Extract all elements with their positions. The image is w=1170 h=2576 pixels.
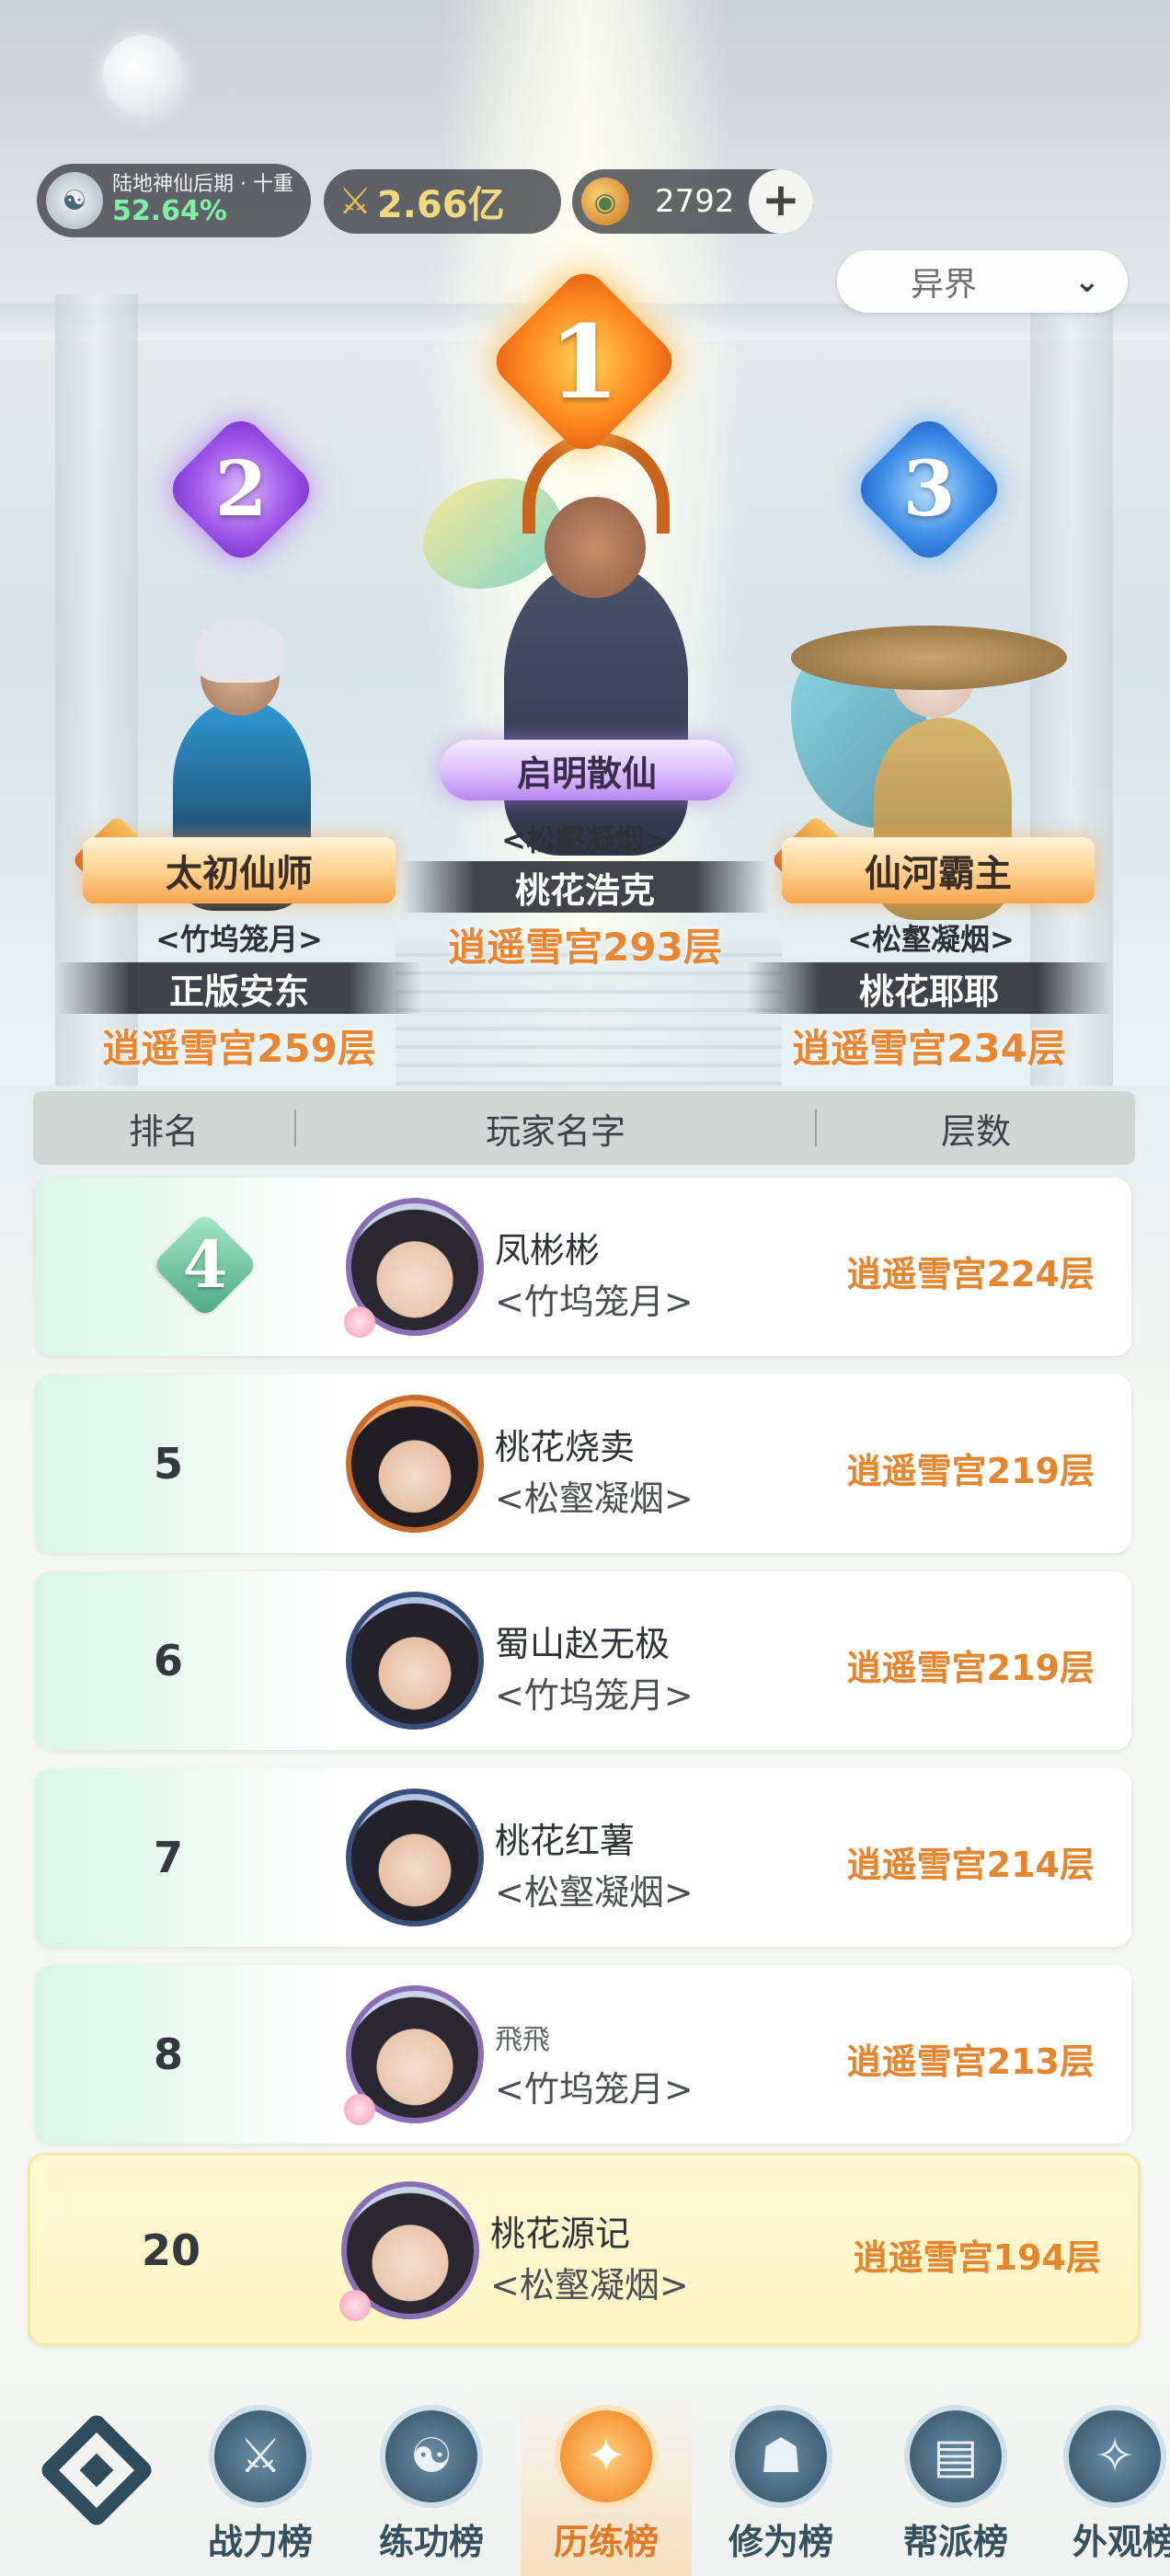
tab-power-rank[interactable]: ⚔ 战力榜 xyxy=(175,2392,346,2576)
player-floor: 逍遥雪宫219层 xyxy=(846,1648,1095,1688)
tab-cultivation-rank[interactable]: ☗ 修为榜 xyxy=(695,2392,866,2576)
avatar[interactable] xyxy=(346,1395,484,1533)
star-compass-icon: ✦ xyxy=(555,2405,658,2508)
rank-number: 7 xyxy=(153,1833,183,1882)
rank1-title-banner: 启明散仙 xyxy=(440,740,734,800)
rank-number: 6 xyxy=(153,1636,183,1685)
player-name: 桃花源记 xyxy=(490,2214,631,2254)
realm-name: 陆地神仙后期 · 十重 xyxy=(112,173,293,197)
self-rank-row[interactable]: 20 桃花源记 <松壑凝烟> 逍遥雪宫194层 xyxy=(28,2153,1141,2346)
player-floor: 逍遥雪宫213层 xyxy=(846,2041,1095,2082)
player-guild: <松壑凝烟> xyxy=(495,1872,694,1913)
avatar[interactable] xyxy=(346,1592,484,1730)
flower-icon xyxy=(339,2290,371,2321)
currency-status[interactable]: ◉ 2792 + xyxy=(572,169,813,234)
player-guild: <竹坞笼月> xyxy=(495,1282,694,1322)
home-icon[interactable] xyxy=(37,2410,156,2530)
player-guild: <竹坞笼月> xyxy=(495,1675,694,1716)
player-name: 桃花红薯 xyxy=(495,1821,636,1861)
realm-status[interactable]: ☯ 陆地神仙后期 · 十重 52.64% xyxy=(37,164,311,237)
table-row[interactable]: 4 凤彬彬 <竹坞笼月> 逍遥雪宫224层 xyxy=(35,1178,1131,1356)
yinyang-icon: ☯ xyxy=(380,2405,483,2508)
rank2-badge: 2 xyxy=(163,411,319,568)
table-row[interactable]: 7 桃花红薯 <松壑凝烟> 逍遥雪宫214层 xyxy=(35,1768,1131,1947)
table-row[interactable]: 6 蜀山赵无极 <竹坞笼月> 逍遥雪宫219层 xyxy=(35,1571,1131,1750)
tab-appearance-rank[interactable]: ✧ 外观榜 xyxy=(1045,2392,1170,2576)
power-status[interactable]: ⚔ 2.66亿 xyxy=(324,169,561,234)
costume-icon: ✧ xyxy=(1063,2405,1166,2508)
flower-icon xyxy=(344,1306,375,1338)
rank2-guild: <竹坞笼月> xyxy=(155,922,323,957)
player-name: 凤彬彬 xyxy=(495,1230,601,1271)
rank1-character-head xyxy=(545,497,646,598)
tab-trial-rank[interactable]: ✦ 历练榜 xyxy=(521,2392,692,2576)
rank2-character-hair xyxy=(195,618,285,683)
rank2-title-banner: 太初仙师 xyxy=(83,837,396,903)
server-select-value: 异界 xyxy=(911,266,978,304)
power-value: 2.66亿 xyxy=(376,184,505,226)
server-select-dropdown[interactable]: 异界 ⌄ xyxy=(837,250,1128,313)
rank2-nameplate[interactable]: 正版安东 xyxy=(57,962,421,1014)
add-currency-button[interactable]: + xyxy=(749,169,813,234)
player-guild: <竹坞笼月> xyxy=(495,2069,694,2110)
player-floor: 逍遥雪宫194层 xyxy=(853,2237,1101,2278)
rank-number: 5 xyxy=(153,1439,183,1489)
rank1-badge: 1 xyxy=(486,263,682,460)
rank-number: 20 xyxy=(141,2225,201,2275)
rank2-floor: 逍遥雪宫259层 xyxy=(102,1026,376,1071)
rank4-badge: 4 xyxy=(152,1212,258,1318)
chevron-down-icon: ⌄ xyxy=(1073,263,1101,300)
rank1-guild: <松壑凝烟> xyxy=(501,822,669,857)
rank3-title-banner: 仙河霸主 xyxy=(782,837,1095,903)
currency-value: 2792 xyxy=(655,183,735,220)
table-row[interactable]: 8 飛飛 <竹坞笼月> 逍遥雪宫213层 xyxy=(35,1965,1131,2144)
cultivator-avatar-icon: ☯ xyxy=(46,172,103,229)
rank3-badge: 3 xyxy=(851,411,1007,568)
header-player: 玩家名字 xyxy=(485,1110,625,1152)
rank-table-header: 排名 玩家名字 层数 xyxy=(33,1091,1135,1165)
rank3-hat xyxy=(791,626,1067,690)
player-name: 桃花烧卖 xyxy=(495,1427,636,1467)
player-floor: 逍遥雪宫219层 xyxy=(846,1451,1095,1491)
avatar[interactable] xyxy=(346,1788,484,1926)
player-floor: 逍遥雪宫214层 xyxy=(846,1845,1095,1885)
rank-number: 8 xyxy=(153,2030,183,2079)
rank1-character[interactable] xyxy=(504,561,688,856)
rank3-guild: <松壑凝烟> xyxy=(847,922,1015,957)
rank1-floor: 逍遥雪宫293层 xyxy=(448,925,722,970)
player-name: 蜀山赵无极 xyxy=(495,1624,671,1664)
crossed-swords-icon: ⚔ xyxy=(338,180,372,223)
rank1-nameplate[interactable]: 桃花浩克 xyxy=(401,861,769,913)
player-floor: 逍遥雪宫224层 xyxy=(846,1254,1095,1294)
player-guild: <松壑凝烟> xyxy=(495,1478,694,1519)
sword-icon: ⚔ xyxy=(209,2405,312,2508)
realm-progress: 52.64% xyxy=(112,195,227,228)
rank3-nameplate[interactable]: 桃花耶耶 xyxy=(747,962,1111,1014)
flower-icon xyxy=(344,2094,375,2125)
tab-guild-rank[interactable]: ▤ 帮派榜 xyxy=(870,2392,1041,2576)
player-guild: <松壑凝烟> xyxy=(490,2265,689,2306)
player-name: 飛飛 xyxy=(495,2024,550,2056)
scroll-icon: ▤ xyxy=(904,2405,1007,2508)
spirit-coin-icon: ◉ xyxy=(581,178,629,225)
cultivator-icon: ☗ xyxy=(729,2405,832,2508)
tab-training-rank[interactable]: ☯ 练功榜 xyxy=(346,2392,517,2576)
rank3-floor: 逍遥雪宫234层 xyxy=(792,1026,1066,1071)
header-floor: 层数 xyxy=(940,1110,1011,1152)
header-rank: 排名 xyxy=(128,1110,199,1152)
table-row[interactable]: 5 桃花烧卖 <松壑凝烟> 逍遥雪宫219层 xyxy=(35,1374,1131,1553)
moon-orb xyxy=(103,35,182,114)
